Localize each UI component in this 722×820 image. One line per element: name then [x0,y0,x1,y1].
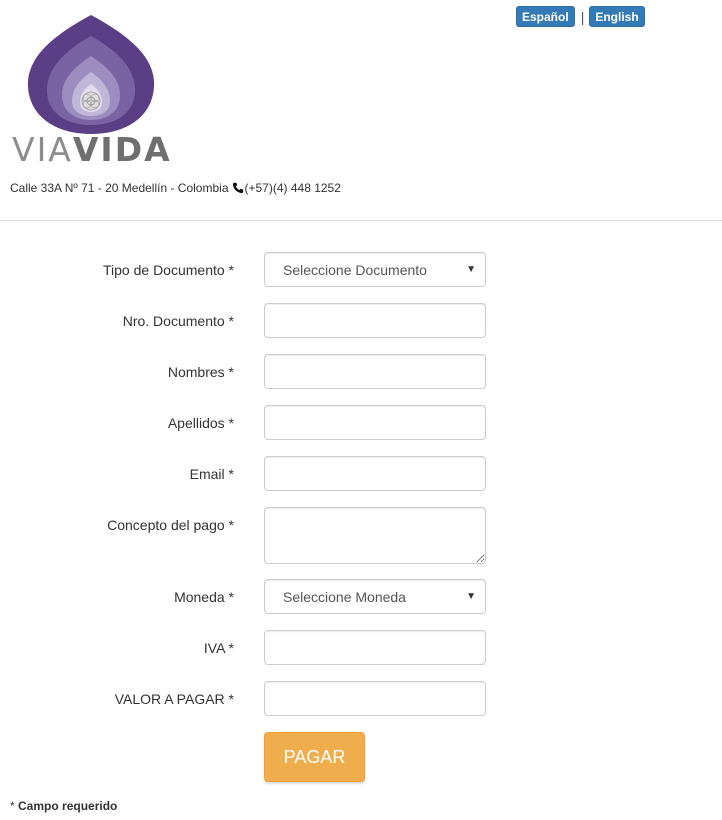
amount-input[interactable] [264,681,486,716]
iva-input[interactable] [264,630,486,665]
iva-label: IVA * [203,640,234,656]
pay-button[interactable]: PAGAR [264,732,365,782]
email-input[interactable] [264,456,486,491]
contact-info: Calle 33A Nº 71 - 20 Medellín - Colombia… [10,181,341,195]
language-switcher: Español | English [516,6,645,27]
header-divider [0,220,722,221]
brand-bold: VIDA [72,130,172,169]
address-text: Calle 33A Nº 71 - 20 Medellín - Colombia [10,181,229,195]
doc-number-input[interactable] [264,303,486,338]
doc-type-value: Seleccione Documento [283,261,427,278]
names-label: Nombres * [167,364,234,380]
concept-label: Concepto del pago * [107,517,234,533]
language-button-spanish[interactable]: Español [516,6,575,27]
doc-type-label: Tipo de Documento * [103,262,234,278]
chevron-down-icon: ▼ [466,264,476,275]
currency-select[interactable]: Seleccione Moneda ▼ [264,579,486,614]
phone-icon [232,182,243,194]
doc-number-label: Nro. Documento * [122,313,234,329]
email-label: Email * [189,466,234,482]
required-asterisk: * [10,799,19,813]
brand-light: VIA [12,130,73,169]
currency-value: Seleccione Moneda [283,588,406,605]
language-separator: | [580,8,585,25]
brand-wordmark: VIAVIDA [12,130,172,169]
amount-label: VALOR A PAGAR * [114,691,234,707]
names-input[interactable] [264,354,486,389]
concept-textarea[interactable] [264,507,486,564]
currency-label: Moneda * [174,589,234,605]
phone-number: (+57)(4) 448 1252 [244,181,341,195]
required-field-note: * Campo requerido [10,799,117,813]
required-text: Campo requerido [18,799,118,813]
language-button-english[interactable]: English [589,6,645,27]
surnames-input[interactable] [264,405,486,440]
doc-type-select[interactable]: Seleccione Documento ▼ [264,252,486,287]
chevron-down-icon: ▼ [466,591,476,602]
surnames-label: Apellidos * [167,415,234,431]
